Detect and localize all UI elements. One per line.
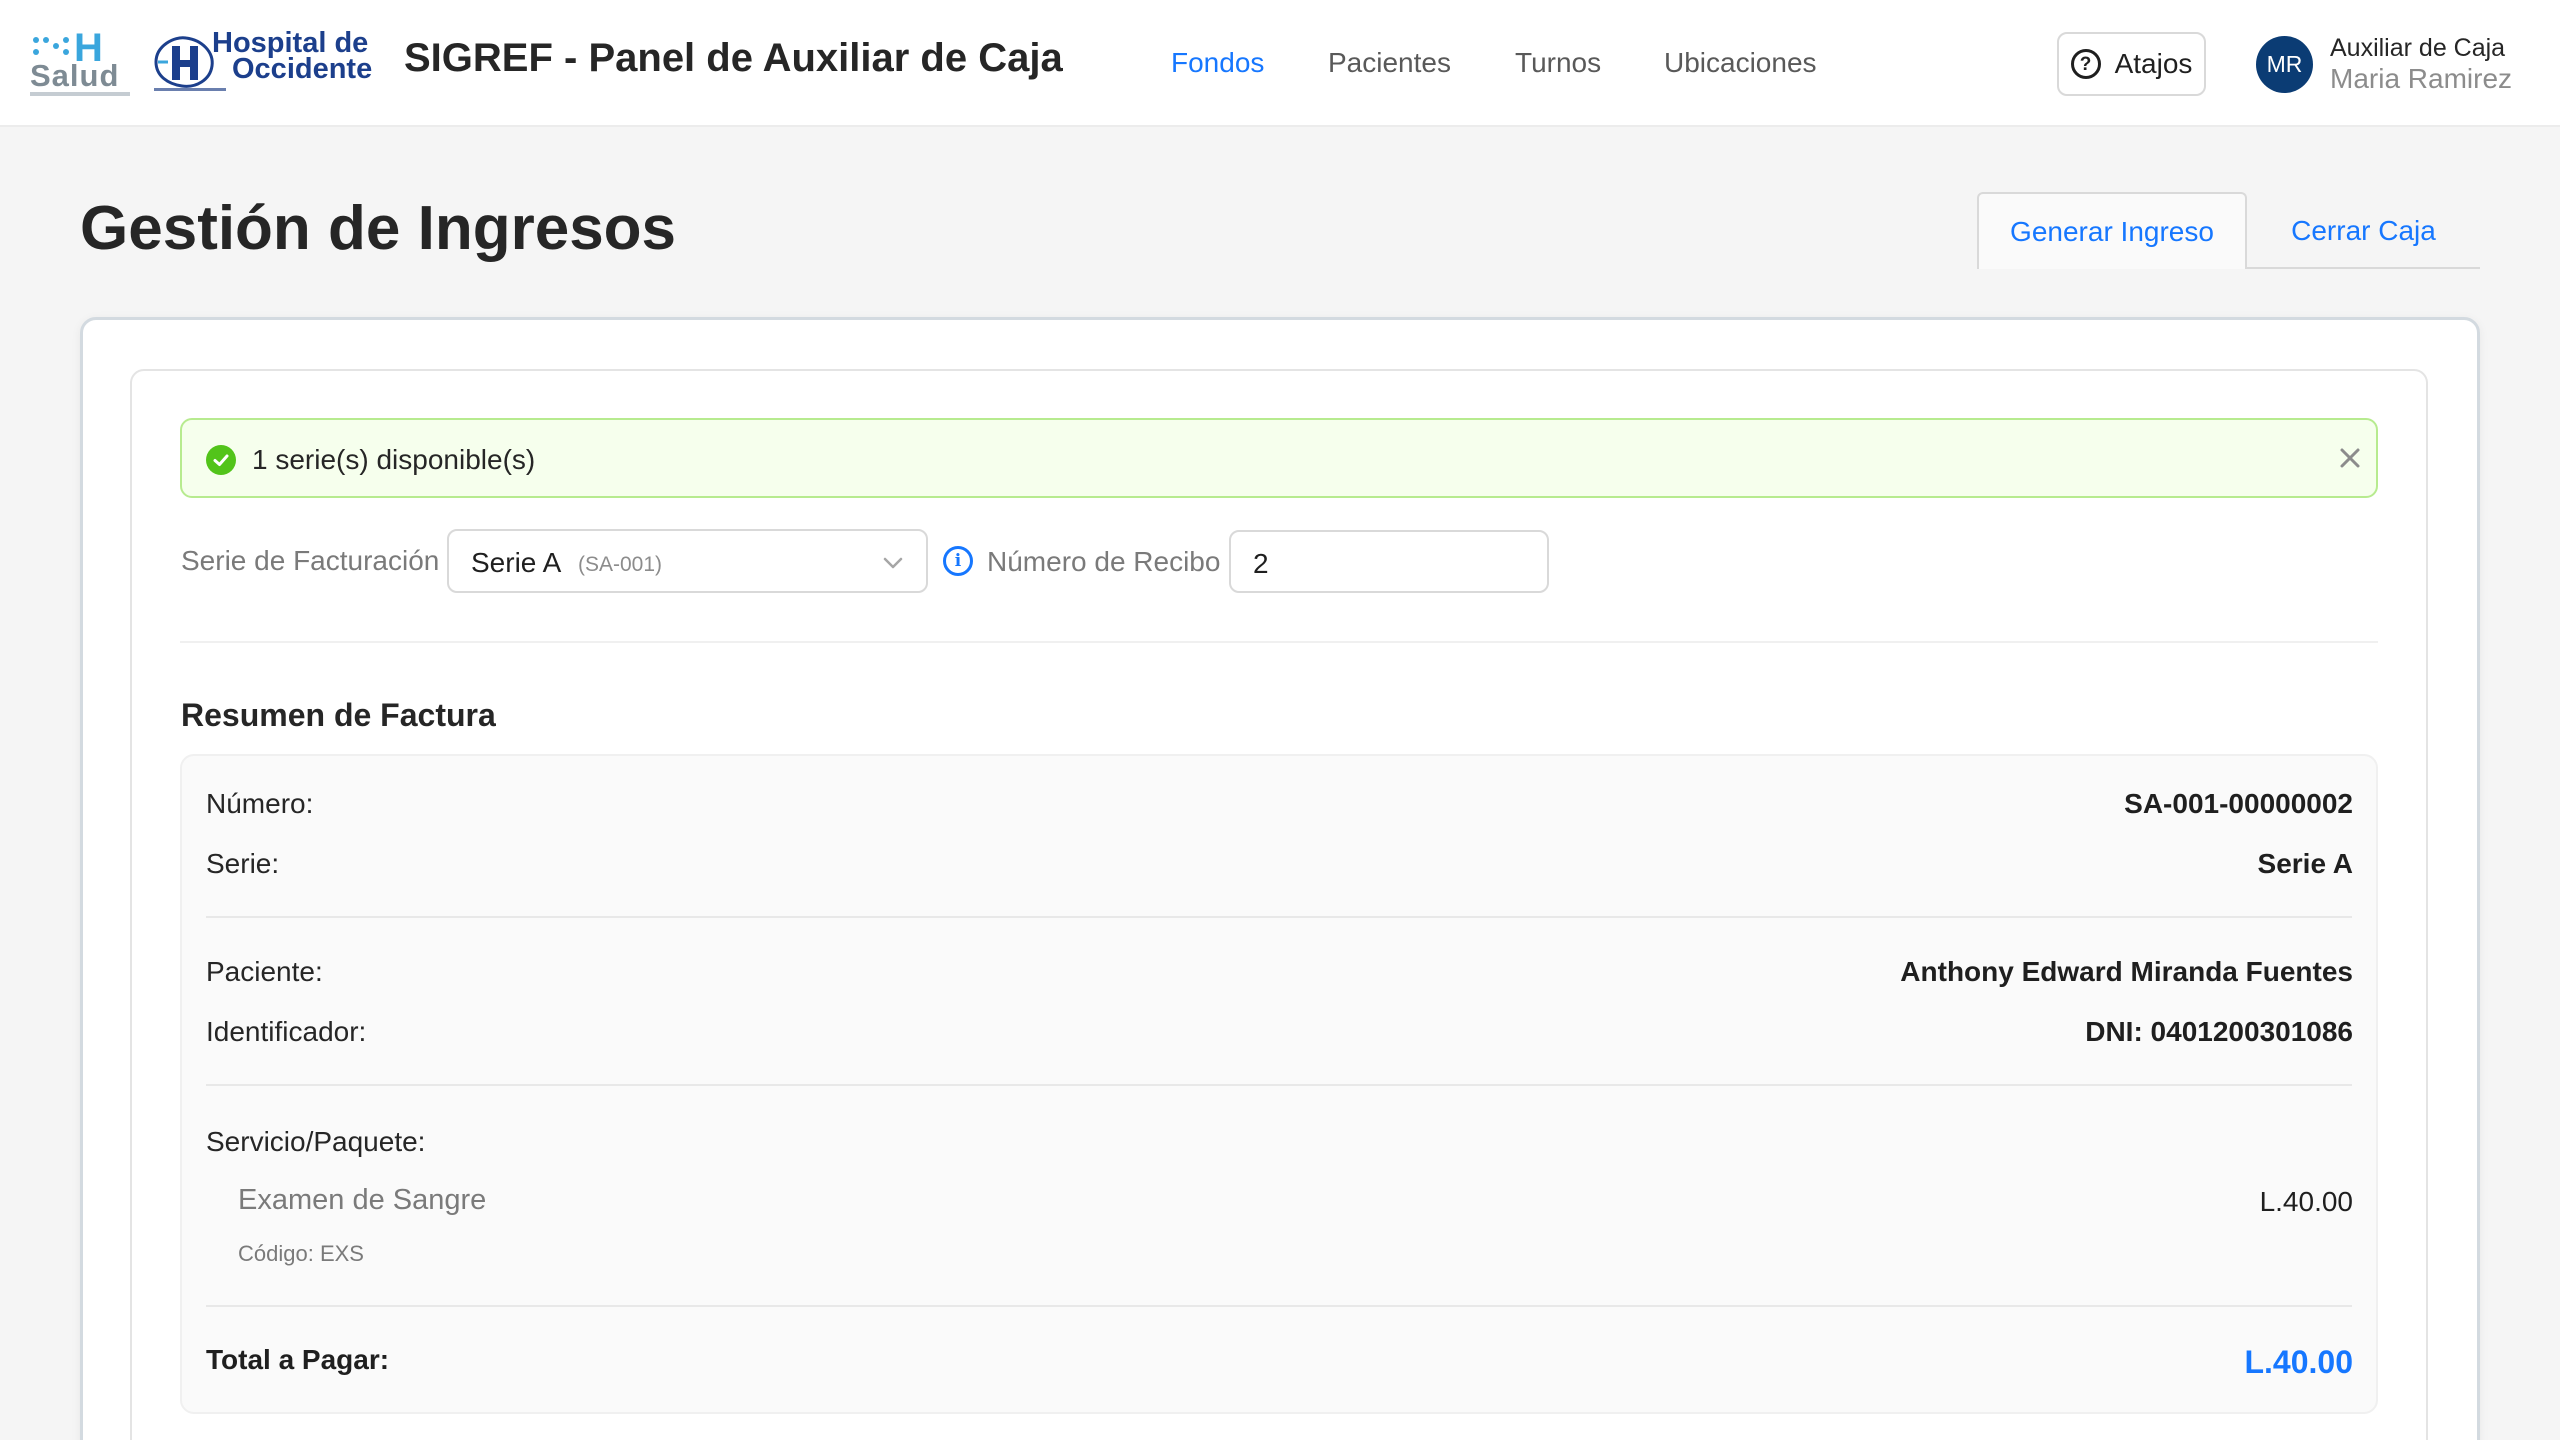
hospital-logo-tagline	[154, 88, 226, 91]
nav-turnos[interactable]: Turnos	[1515, 47, 1601, 79]
identifier-label: Identificador:	[206, 1016, 367, 1047]
service-label: Servicio/Paquete:	[206, 1126, 426, 1157]
page-title: Gestión de Ingresos	[80, 194, 677, 263]
user-role: Auxiliar de Caja	[2330, 34, 2506, 62]
series-label: Serie de Facturación	[181, 545, 440, 576]
series-summary-label: Serie:	[206, 848, 280, 879]
section-divider	[180, 641, 2378, 643]
summary-divider	[206, 916, 2352, 918]
tab-generar-ingreso[interactable]: Generar Ingreso	[1977, 192, 2247, 269]
page-tabs: Generar Ingreso Cerrar Caja	[1977, 192, 2480, 269]
salud-logo: H Salud	[30, 26, 130, 98]
hospital-logo-line2: Occidente	[232, 53, 373, 85]
identifier-value: DNI: 0401200301086	[2085, 1016, 2353, 1047]
series-select-code: (SA-001)	[578, 553, 663, 576]
number-value: SA-001-00000002	[2124, 788, 2353, 819]
success-alert: 1 serie(s) disponible(s)	[180, 418, 2378, 498]
service-name: Examen de Sangre	[238, 1184, 487, 1216]
series-select[interactable]: Serie A (SA-001)	[447, 529, 928, 593]
salud-logo-word: Salud	[30, 58, 120, 93]
series-summary-value: Serie A	[2257, 848, 2353, 879]
patient-label: Paciente:	[206, 956, 323, 987]
receipt-number-input[interactable]: 2	[1229, 530, 1549, 593]
series-select-value: Serie A	[471, 547, 562, 578]
hospital-emblem-icon	[154, 36, 214, 88]
close-icon[interactable]	[2332, 440, 2368, 476]
number-label: Número:	[206, 788, 314, 819]
user-name: Maria Ramirez	[2330, 63, 2513, 94]
alert-text: 1 serie(s) disponible(s)	[252, 444, 536, 475]
patient-value: Anthony Edward Miranda Fuentes	[1900, 956, 2353, 987]
salud-logo-tagline	[30, 92, 130, 96]
summary-title: Resumen de Factura	[181, 697, 496, 733]
shortcuts-label: Atajos	[2114, 48, 2193, 79]
check-circle-icon	[206, 445, 236, 475]
shortcuts-button[interactable]: ? Atajos	[2057, 32, 2206, 96]
chevron-down-icon	[883, 557, 903, 569]
nav-fondos[interactable]: Fondos	[1171, 47, 1264, 79]
summary-divider	[206, 1084, 2352, 1086]
total-value: L.40.00	[2244, 1344, 2353, 1380]
service-price: L.40.00	[2259, 1186, 2353, 1217]
nav-pacientes[interactable]: Pacientes	[1328, 47, 1451, 79]
total-label: Total a Pagar:	[206, 1344, 390, 1375]
top-bar: H Salud Hospital de Occidente SIGREF - P…	[0, 0, 2560, 127]
avatar[interactable]: MR	[2256, 36, 2313, 93]
summary-divider	[206, 1305, 2352, 1307]
question-circle-icon: ?	[2070, 49, 2101, 79]
nav-ubicaciones[interactable]: Ubicaciones	[1664, 47, 1817, 79]
receipt-number-value: 2	[1253, 548, 1269, 579]
service-code: Código: EXS	[238, 1241, 364, 1266]
hospital-logo: Hospital de Occidente	[152, 26, 377, 102]
receipt-number-label: Número de Recibo	[987, 546, 1221, 577]
app-title: SIGREF - Panel de Auxiliar de Caja	[404, 36, 1063, 80]
info-icon[interactable]: i	[943, 546, 973, 576]
tab-cerrar-caja[interactable]: Cerrar Caja	[2247, 192, 2480, 269]
